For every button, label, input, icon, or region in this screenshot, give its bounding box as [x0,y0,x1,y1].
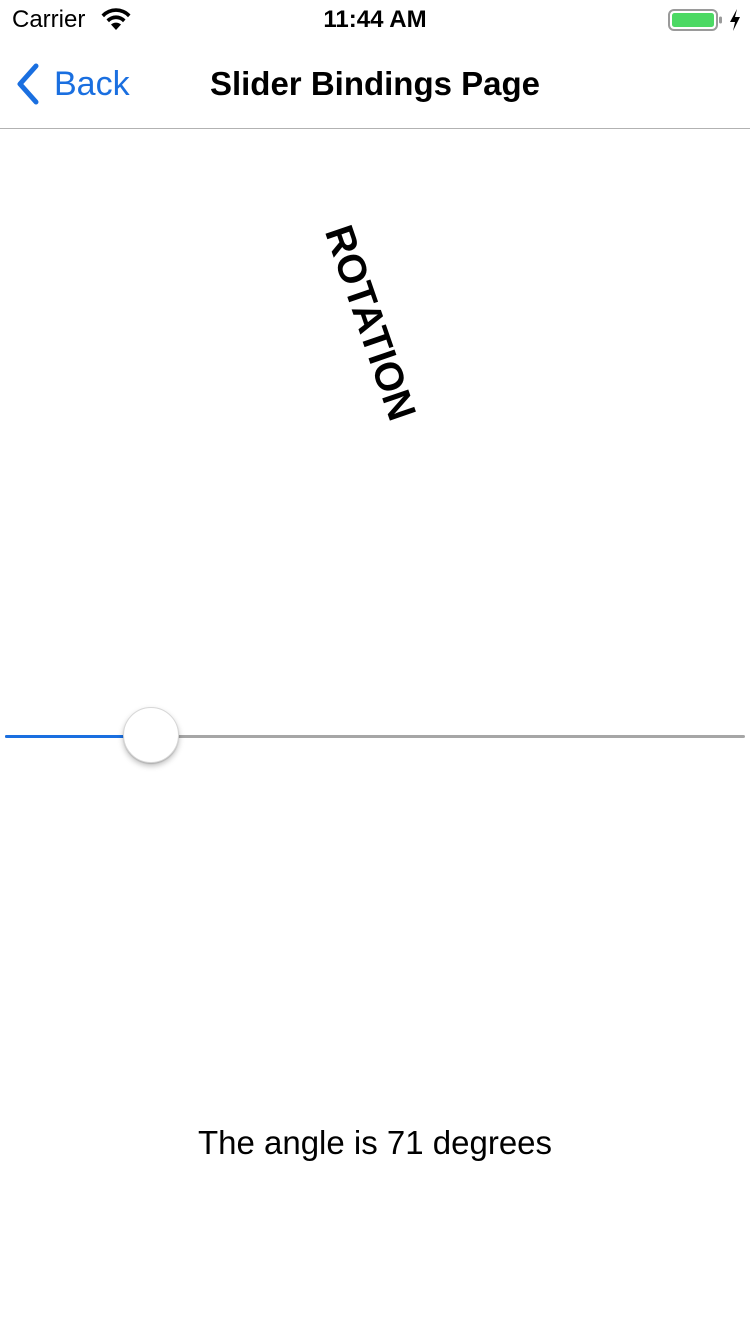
angle-readout: The angle is 71 degrees [197,1124,553,1161]
battery-icon [668,9,722,31]
rotated-label: ROTATION [316,219,424,427]
slider-thumb[interactable] [123,707,179,763]
status-bar: Carrier 11:44 AM [0,0,750,40]
status-time: 11:44 AM [323,6,427,33]
navigation-bar: Back Slider Bindings Page [0,40,750,129]
page-title: Slider Bindings Page [209,65,541,102]
screen: Carrier 11:44 AM Back Slider Bindings Pa… [0,0,750,1334]
angle-slider[interactable] [5,706,745,766]
charging-bolt-icon [730,9,740,31]
